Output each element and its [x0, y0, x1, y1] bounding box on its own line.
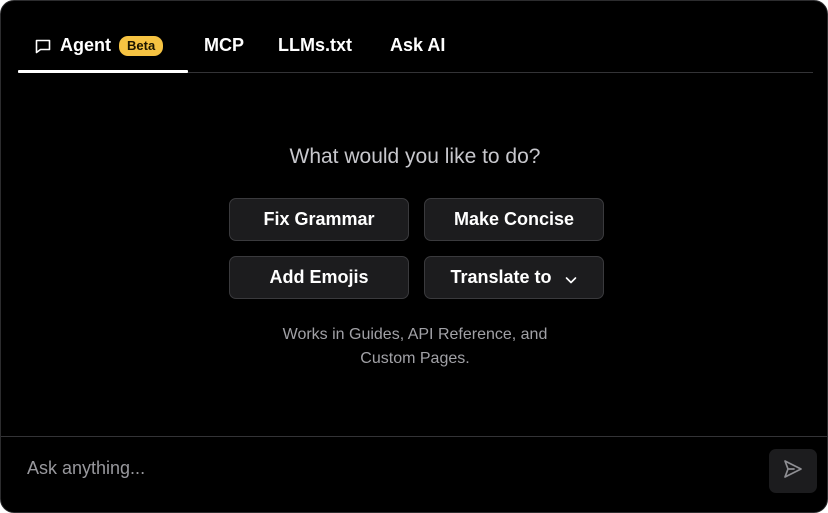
tab-agent-label: Agent — [60, 35, 111, 55]
tab-llms-label: LLMs.txt — [278, 35, 352, 55]
tab-bar: Agent Beta MCP LLMs.txt Ask AI — [18, 19, 813, 73]
add-emojis-label: Add Emojis — [269, 267, 369, 287]
tab-ask-ai[interactable]: Ask AI — [390, 19, 445, 72]
beta-badge: Beta — [119, 35, 164, 56]
tab-agent[interactable]: Agent Beta — [18, 19, 188, 73]
make-concise-label: Make Concise — [453, 209, 575, 229]
translate-to-dropdown[interactable]: Translate to — [424, 256, 604, 299]
tab-ask-ai-label: Ask AI — [390, 35, 446, 55]
fix-grammar-button[interactable]: Fix Grammar — [229, 198, 409, 241]
send-button[interactable] — [769, 449, 817, 493]
prompt-title: What would you like to do? — [289, 145, 541, 168]
agent-panel: Agent Beta MCP LLMs.txt Ask AI What woul… — [0, 0, 828, 513]
active-tab-indicator — [18, 70, 188, 73]
chat-icon — [34, 37, 52, 55]
support-note: Works in Guides, API Reference, and Cust… — [1, 323, 827, 371]
fix-grammar-label: Fix Grammar — [263, 209, 375, 229]
ask-input[interactable] — [25, 451, 729, 485]
send-icon — [782, 458, 804, 485]
tab-mcp[interactable]: MCP — [204, 19, 244, 72]
make-concise-button[interactable]: Make Concise — [424, 198, 604, 241]
support-note-line-2: Custom Pages. — [360, 350, 470, 367]
add-emojis-button[interactable]: Add Emojis — [229, 256, 409, 299]
translate-to-label: Translate to — [450, 267, 552, 287]
chevron-down-icon — [564, 271, 578, 285]
input-bar — [1, 436, 827, 512]
tab-mcp-label: MCP — [204, 35, 244, 55]
support-note-line-1: Works in Guides, API Reference, and — [282, 326, 548, 343]
tab-llms-txt[interactable]: LLMs.txt — [278, 19, 352, 72]
